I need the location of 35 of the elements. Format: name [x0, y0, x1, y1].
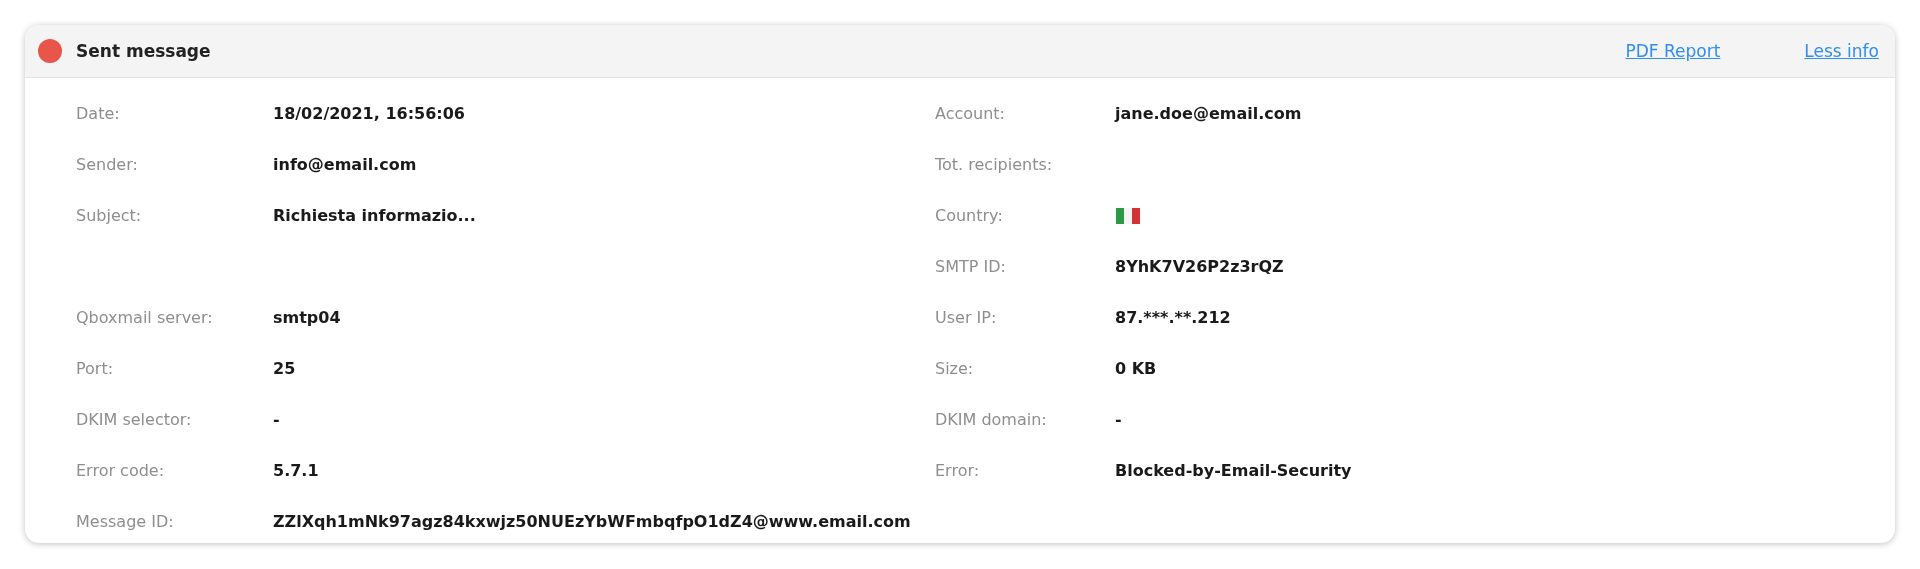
- field-value: info@email.com: [273, 155, 417, 174]
- field-label: Tot. recipients:: [935, 155, 1054, 174]
- field-label: Port:: [76, 359, 115, 378]
- field-value: -: [273, 410, 280, 429]
- field-label: Sender:: [76, 155, 139, 174]
- toggle-link[interactable]: Less info: [1804, 41, 1879, 61]
- field-label: Qboxmail server:: [76, 308, 214, 327]
- field-label: DKIM domain:: [935, 410, 1048, 429]
- card-title: Sent message: [76, 41, 211, 61]
- italy-flag-icon: [1115, 207, 1141, 224]
- field-label: SMTP ID:: [935, 257, 1007, 276]
- field-value: 18/02/2021, 16:56:06: [273, 104, 465, 123]
- field-label: Country:: [935, 206, 1004, 225]
- field-label: Error code:: [76, 461, 166, 480]
- field-value: 25: [273, 359, 296, 378]
- field-label: Message ID:: [76, 512, 175, 531]
- field-label: Subject:: [76, 206, 143, 225]
- field-value: ZZlXqh1mNk97agz84kxwjz50NUEzYbWFmbqfpO1dZ4@www.email.com: [273, 512, 911, 531]
- field-label: Account:: [935, 104, 1006, 123]
- field-value: Richiesta informazio...: [273, 206, 476, 225]
- report-link[interactable]: PDF Report: [1625, 41, 1721, 61]
- field-value: Blocked-by-Email-Security: [1115, 461, 1352, 480]
- field-label: User IP:: [935, 308, 998, 327]
- field-label: Size:: [935, 359, 975, 378]
- field-label: DKIM selector:: [76, 410, 193, 429]
- field-value: jane.doe@email.com: [1115, 104, 1302, 123]
- field-label: Error:: [935, 461, 981, 480]
- field-value: 87.***.**.212: [1115, 308, 1231, 327]
- field-value: 0 KB: [1115, 359, 1157, 378]
- field-value: -: [1115, 410, 1122, 429]
- field-label: Date:: [76, 104, 121, 123]
- field-value: 8YhK7V26P2z3rQZ: [1115, 257, 1284, 276]
- status-dot-icon: [38, 39, 62, 63]
- field-value: 5.7.1: [273, 461, 319, 480]
- field-value: smtp04: [273, 308, 341, 327]
